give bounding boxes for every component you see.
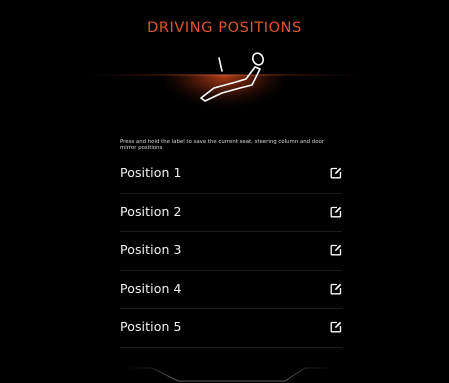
driving-positions-screen: DRIVING POSITIONS Press and hold the lab… xyxy=(0,0,449,383)
glow-half-disc xyxy=(164,75,284,135)
position-5-item[interactable]: Position 5 xyxy=(120,309,342,348)
edit-icon[interactable] xyxy=(330,283,342,295)
position-4-item[interactable]: Position 4 xyxy=(120,271,342,310)
edit-icon[interactable] xyxy=(330,321,342,333)
position-label[interactable]: Position 5 xyxy=(120,319,182,334)
positions-list: Position 1 Position 2 Position 3 Positio… xyxy=(120,155,342,348)
page-title: DRIVING POSITIONS xyxy=(147,20,302,36)
seat-illustration xyxy=(0,48,449,138)
edit-icon[interactable] xyxy=(330,206,342,218)
edit-icon[interactable] xyxy=(330,167,342,179)
position-2-item[interactable]: Position 2 xyxy=(120,194,342,233)
horizon-line xyxy=(60,74,389,76)
position-3-item[interactable]: Position 3 xyxy=(120,232,342,271)
instruction-text: Press and hold the label to save the cur… xyxy=(120,139,325,152)
position-label[interactable]: Position 4 xyxy=(120,281,182,296)
seat-glow-graphic xyxy=(60,52,389,135)
position-label[interactable]: Position 3 xyxy=(120,242,182,257)
position-label[interactable]: Position 1 xyxy=(120,165,182,180)
position-1-item[interactable]: Position 1 xyxy=(120,155,342,194)
edit-icon[interactable] xyxy=(330,244,342,256)
footer-frame-line xyxy=(115,367,345,382)
position-label[interactable]: Position 2 xyxy=(120,204,182,219)
footer-frame xyxy=(0,356,449,383)
